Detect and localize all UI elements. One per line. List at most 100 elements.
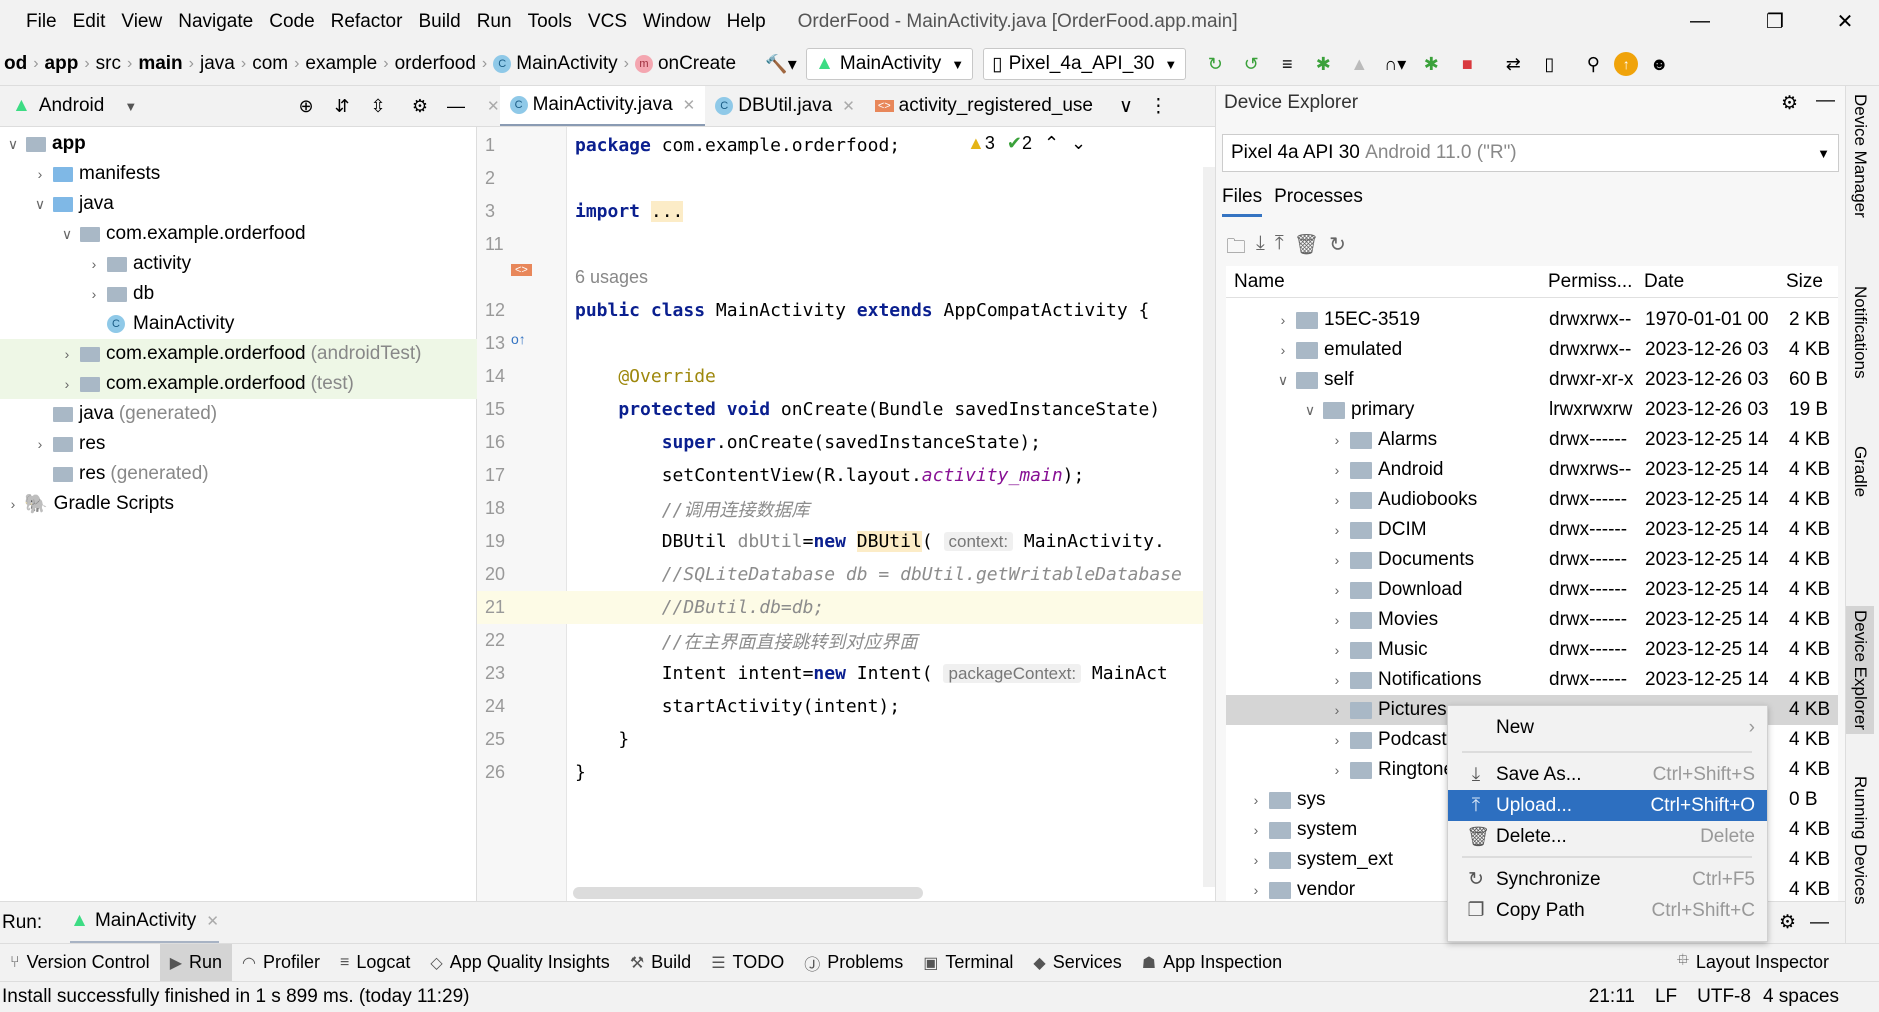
- breadcrumb-item[interactable]: src: [92, 53, 125, 75]
- code-line[interactable]: 21 //DButil.db=db;: [477, 591, 1215, 624]
- close-icon[interactable]: ✕: [206, 912, 219, 930]
- editor-tab[interactable]: C MainActivity.java ✕: [499, 86, 706, 126]
- chevron-right-icon[interactable]: ›: [1328, 432, 1346, 448]
- chevron-right-icon[interactable]: ›: [1247, 882, 1265, 898]
- chevron-down-icon[interactable]: ∨: [58, 226, 76, 243]
- chevron-right-icon[interactable]: ›: [31, 166, 49, 182]
- chevron-right-icon[interactable]: ›: [1328, 522, 1346, 538]
- tool-layout-inspector[interactable]: ⯐ Layout Inspector: [1667, 944, 1839, 982]
- project-view-select[interactable]: Android: [39, 95, 105, 117]
- chevron-right-icon[interactable]: ›: [1328, 702, 1346, 718]
- line-separator[interactable]: LF: [1655, 986, 1677, 1008]
- tab-files[interactable]: Files: [1222, 186, 1263, 217]
- tool-version-control[interactable]: ⑂ Version Control: [0, 944, 160, 982]
- upload-icon[interactable]: ⤒: [1275, 232, 1284, 266]
- tree-item[interactable]: › 🐘 Gradle Scripts: [0, 489, 477, 519]
- tree-item[interactable]: ∨ app: [0, 129, 477, 159]
- collapse-all-icon[interactable]: ⇳: [363, 91, 393, 121]
- editor-scrollbar[interactable]: [1203, 167, 1215, 887]
- tree-item[interactable]: ∨ java: [0, 189, 477, 219]
- more-icon[interactable]: ⋮: [1149, 95, 1168, 118]
- column-header[interactable]: Permiss...: [1548, 271, 1632, 293]
- chevron-up-icon[interactable]: ⌃: [1044, 133, 1059, 154]
- tool-services[interactable]: ◆ Services: [1023, 944, 1131, 982]
- file-row[interactable]: › emulated drwxrwx-- 2023-12-26 03 4 KB: [1226, 335, 1838, 365]
- close-icon[interactable]: ✕: [683, 96, 696, 114]
- tool-build[interactable]: ⚒ Build: [620, 944, 701, 982]
- gear-icon[interactable]: ⚙: [405, 91, 435, 121]
- menu-item-delete[interactable]: 🗑 Delete... Delete: [1448, 821, 1767, 852]
- chevron-right-icon[interactable]: ›: [1247, 852, 1265, 868]
- file-row[interactable]: › Notifications drwx------ 2023-12-25 14 4 K…: [1226, 665, 1838, 695]
- chevron-right-icon[interactable]: ›: [1328, 612, 1346, 628]
- tool-terminal[interactable]: ▣ Terminal: [913, 944, 1023, 982]
- hide-icon[interactable]: —: [441, 91, 471, 121]
- chevron-right-icon[interactable]: ›: [58, 346, 76, 362]
- chevron-right-icon[interactable]: ›: [85, 286, 103, 302]
- minimize-button[interactable]: —: [1670, 0, 1730, 43]
- file-row[interactable]: › Audiobooks drwx------ 2023-12-25 14 4 KB: [1226, 485, 1838, 515]
- profile-icon[interactable]: ∩▾: [1380, 49, 1410, 79]
- tree-item[interactable]: › manifests: [0, 159, 477, 189]
- apply-changes-icon[interactable]: ↺: [1236, 49, 1266, 79]
- file-row[interactable]: › Movies drwx------ 2023-12-25 14 4 KB: [1226, 605, 1838, 635]
- code-editor[interactable]: <> o↑ 1 package com.example.orderfood; 2 3 im…: [477, 127, 1215, 901]
- chevron-down-icon[interactable]: ∨: [31, 196, 49, 213]
- search-icon[interactable]: ⚲: [1578, 49, 1608, 79]
- menu-build[interactable]: Build: [410, 11, 468, 33]
- menu-navigate[interactable]: Navigate: [170, 11, 261, 33]
- side-tab-device-explorer[interactable]: Device Explorer: [1846, 606, 1874, 734]
- device-select[interactable]: Pixel 4a API 30 Android 11.0 ("R") ▼: [1222, 134, 1839, 172]
- breadcrumb-item[interactable]: com: [248, 53, 292, 75]
- horizontal-scrollbar[interactable]: [573, 887, 923, 899]
- tree-item[interactable]: ∨ com.example.orderfood: [0, 219, 477, 249]
- tool-profiler[interactable]: ◠ Profiler: [232, 944, 330, 982]
- encoding[interactable]: UTF-8: [1697, 986, 1751, 1008]
- chevron-right-icon[interactable]: ›: [1247, 792, 1265, 808]
- chevron-down-icon[interactable]: ⌄: [1071, 133, 1086, 154]
- tree-item[interactable]: › com.example.orderfood (androidTest): [0, 339, 477, 369]
- breadcrumb-item[interactable]: orderfood: [391, 53, 480, 75]
- side-tab-device-manager[interactable]: Device Manager: [1850, 94, 1870, 218]
- file-row[interactable]: › DCIM drwx------ 2023-12-25 14 4 KB: [1226, 515, 1838, 545]
- menu-run[interactable]: Run: [469, 11, 520, 33]
- code-line[interactable]: 15 protected void onCreate(Bundle savedI…: [477, 393, 1215, 426]
- breadcrumb-item[interactable]: java: [196, 53, 239, 75]
- code-line[interactable]: 24 startActivity(intent);: [477, 690, 1215, 723]
- run-tab[interactable]: ▲ MainActivity ✕: [70, 902, 219, 944]
- code-line[interactable]: 3 import ...: [477, 195, 1215, 228]
- breadcrumb-item[interactable]: C MainActivity: [489, 53, 621, 75]
- tree-item[interactable]: C MainActivity: [0, 309, 477, 339]
- tool-problems[interactable]: Ⓙ Problems: [794, 944, 913, 982]
- code-line[interactable]: 25 }: [477, 723, 1215, 756]
- hide-icon[interactable]: —: [1816, 90, 1835, 112]
- editor-tab[interactable]: <> activity_registered_use: [865, 86, 1103, 126]
- close-window-button[interactable]: ✕: [1815, 0, 1875, 43]
- code-line[interactable]: 14 @Override: [477, 360, 1215, 393]
- code-line[interactable]: 23 Intent intent=new Intent( packageCont…: [477, 657, 1215, 690]
- menu-item-synchronize[interactable]: ↻ Synchronize Ctrl+F5: [1448, 864, 1767, 895]
- file-row[interactable]: › 15EC-3519 drwxrwx-- 1970-01-01 00 2 KB: [1226, 305, 1838, 335]
- tree-item[interactable]: › activity: [0, 249, 477, 279]
- tree-item[interactable]: java (generated): [0, 399, 477, 429]
- debug-icon[interactable]: ✱: [1308, 49, 1338, 79]
- file-row[interactable]: › Alarms drwx------ 2023-12-25 14 4 KB: [1226, 425, 1838, 455]
- breadcrumb-item[interactable]: app: [41, 53, 83, 75]
- build-hammer-icon[interactable]: 🔨▾: [765, 49, 796, 79]
- file-row[interactable]: › Documents drwx------ 2023-12-25 14 4 KB: [1226, 545, 1838, 575]
- tool-app-inspection[interactable]: ☗ App Inspection: [1132, 944, 1292, 982]
- breadcrumb-item[interactable]: m onCreate: [631, 53, 740, 75]
- side-tab-running-devices[interactable]: Running Devices: [1850, 776, 1870, 905]
- menu-refactor[interactable]: Refactor: [323, 11, 411, 33]
- menu-help[interactable]: Help: [719, 11, 774, 33]
- expand-all-icon[interactable]: ⇵: [327, 91, 357, 121]
- tree-item[interactable]: res (generated): [0, 459, 477, 489]
- tree-item[interactable]: › res: [0, 429, 477, 459]
- chevron-right-icon[interactable]: ›: [1328, 672, 1346, 688]
- hide-icon[interactable]: —: [1810, 912, 1829, 934]
- device-select[interactable]: ▯ Pixel_4a_API_30 ▼: [983, 48, 1187, 80]
- menu-view[interactable]: View: [113, 11, 170, 33]
- warning-count[interactable]: ▲3: [967, 133, 995, 154]
- chevron-right-icon[interactable]: ›: [31, 436, 49, 452]
- attach-process-icon[interactable]: ✱: [1416, 49, 1446, 79]
